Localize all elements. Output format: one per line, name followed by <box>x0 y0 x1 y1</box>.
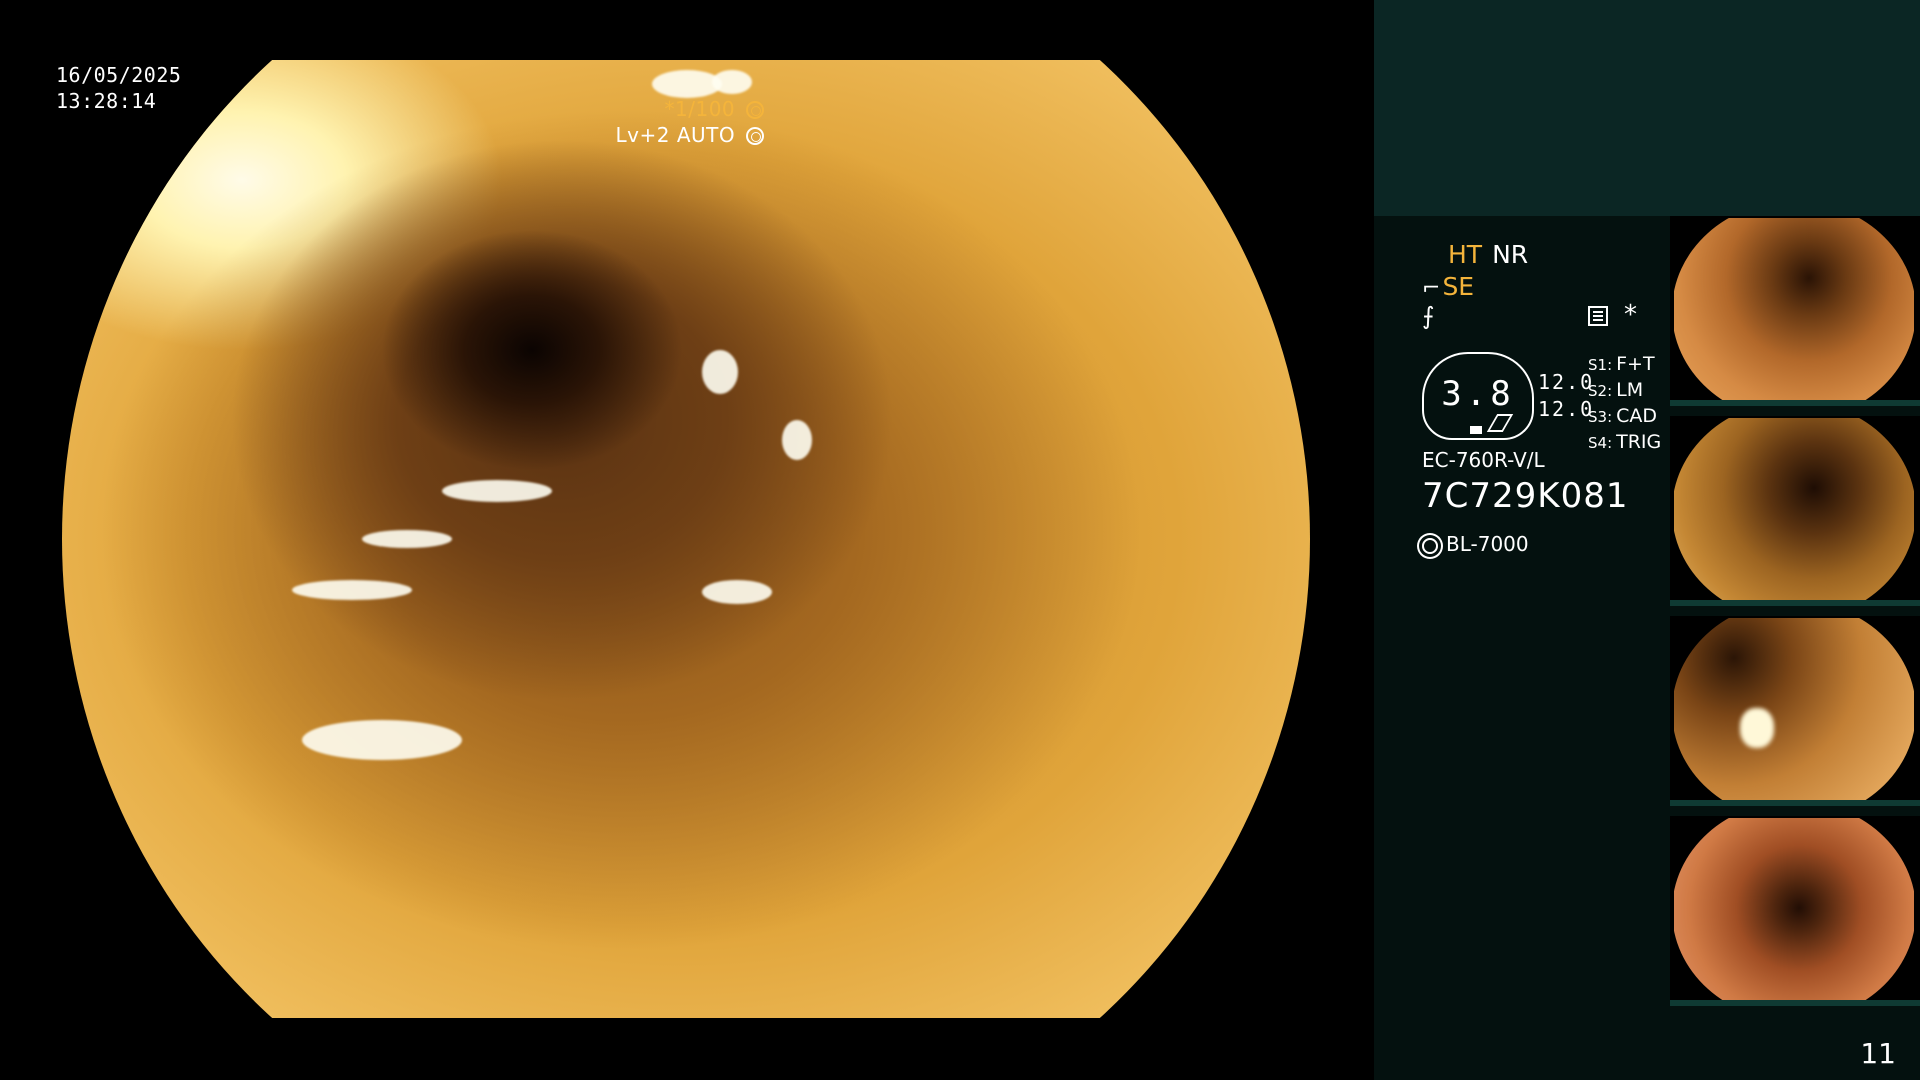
gauge: 3.8 <box>1422 352 1534 440</box>
highlight <box>782 420 812 460</box>
gauge-marker <box>1470 426 1482 434</box>
preset-item: S2: LM <box>1588 379 1644 401</box>
ht-label: HT <box>1448 240 1483 269</box>
highlight <box>702 350 738 394</box>
thumbnail-image <box>1674 218 1914 404</box>
page-number: 11 <box>1860 1037 1896 1070</box>
thumbnail-caption-bar <box>1670 800 1920 806</box>
level-text: Lv+2 AUTO <box>615 123 736 147</box>
nr-label: NR <box>1492 240 1529 269</box>
time-text: 13:28:14 <box>56 89 157 113</box>
thumbnail-image <box>1674 618 1914 804</box>
scope-serial: 7C729K081 <box>1422 476 1629 516</box>
preset-item: S4: TRIG <box>1588 431 1662 453</box>
thumbnail-caption-bar <box>1670 1000 1920 1006</box>
gauge-value: 3.8 <box>1441 374 1515 414</box>
thumbnail-2[interactable] <box>1670 416 1920 606</box>
thumbnail-4[interactable] <box>1670 816 1920 1006</box>
highlight <box>702 580 772 604</box>
highlight <box>442 480 552 502</box>
highlight <box>302 720 462 760</box>
se-icon: ⌐ <box>1422 276 1441 301</box>
preset-list: S1: F+T S2: LM S3: CAD S4: TRIG <box>1588 352 1661 456</box>
level-line: Lv+2 AUTO <box>616 122 764 148</box>
datetime-readout: 16/05/2025 13:28:14 <box>56 62 181 114</box>
auto-exposure-icon <box>746 127 764 145</box>
value-1: 12.0 <box>1538 370 1595 394</box>
endoscope-view: 16/05/2025 13:28:14 *1/100 Lv+2 AUTO <box>0 0 1374 1080</box>
shutter-line: *1/100 <box>616 96 764 122</box>
light-source-label: BL-7000 <box>1446 532 1529 556</box>
endoscope-image <box>62 60 1310 1018</box>
star-icon: * <box>1624 300 1637 330</box>
ht-nr-row: HT NR <box>1448 240 1528 269</box>
preset-item: S3: CAD <box>1588 405 1658 427</box>
se-label: SE <box>1442 272 1475 301</box>
thumbnail-image <box>1674 818 1914 1004</box>
highlight <box>362 530 452 548</box>
highlight <box>292 580 412 600</box>
thumbnail-caption-bar <box>1670 400 1920 406</box>
highlight <box>712 70 752 94</box>
se-row: ⌐SE <box>1422 272 1474 301</box>
thumbnail-1[interactable] <box>1670 216 1920 406</box>
date-text: 16/05/2025 <box>56 63 182 87</box>
light-source-icon <box>1422 538 1438 554</box>
gauge-tilt-icon <box>1486 414 1514 432</box>
shutter-icon <box>746 101 764 119</box>
thumbnail-caption-bar <box>1670 600 1920 606</box>
menu-icon <box>1588 306 1608 326</box>
value-2: 12.0 <box>1538 397 1595 421</box>
preset-item: S1: F+T <box>1588 353 1655 375</box>
thumbnail-3[interactable] <box>1670 616 1920 806</box>
function-icon: ⨍ <box>1422 302 1435 330</box>
light-source-row: BL-7000 <box>1422 532 1529 556</box>
panel-header <box>1374 0 1920 216</box>
thumbnail-image <box>1674 418 1914 604</box>
exposure-readout: *1/100 Lv+2 AUTO <box>616 96 764 148</box>
scope-model: EC-760R-V/L <box>1422 448 1545 472</box>
shutter-speed: *1/100 <box>664 97 736 121</box>
